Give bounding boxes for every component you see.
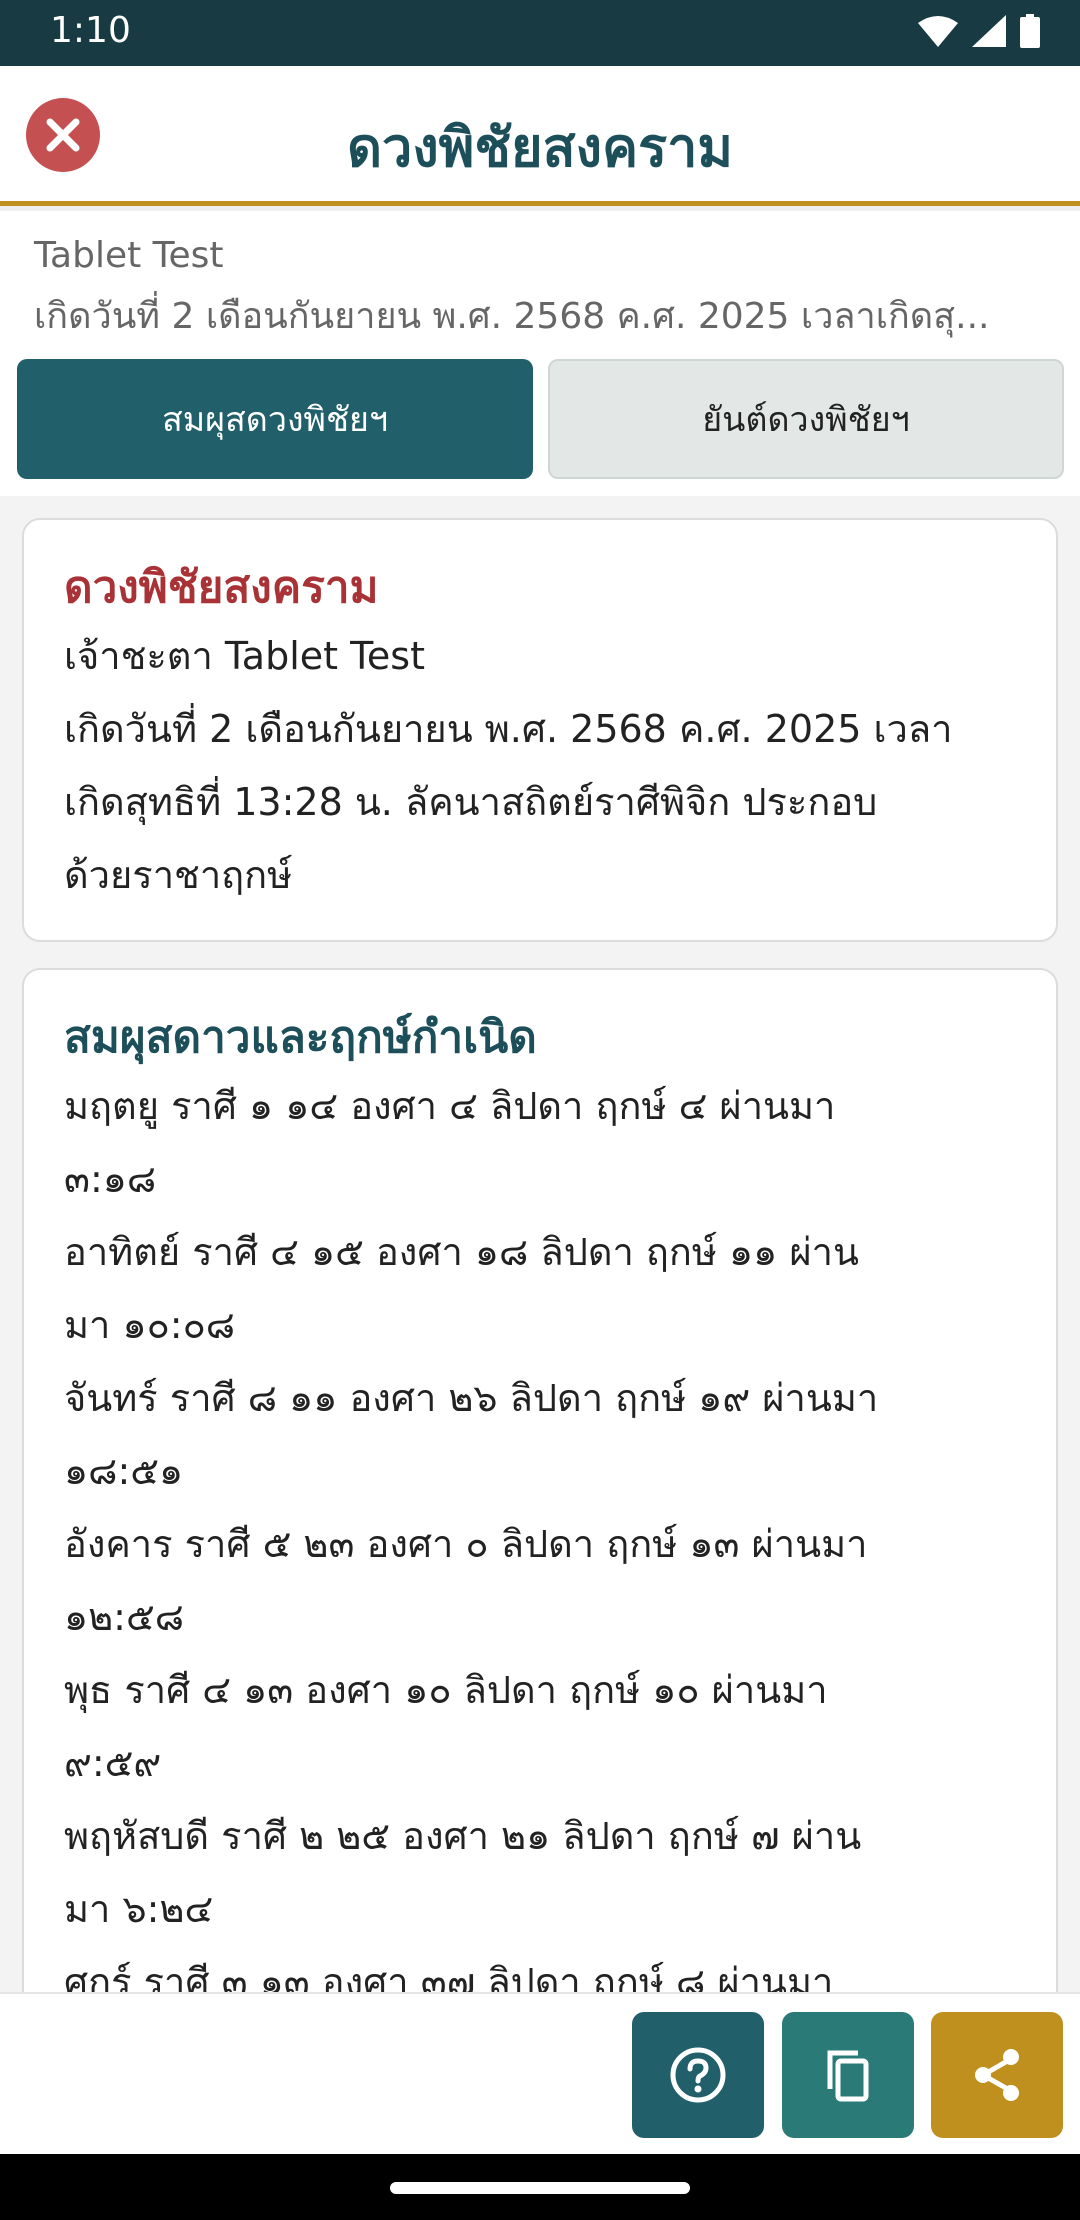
- planet-line: ศุกร์ ราศี ๓ ๑๓ องศา ๓๗ ลิปดา ฤกษ์ ๘ ผ่า…: [64, 1960, 834, 1992]
- owner-name: Tablet Test: [34, 235, 224, 276]
- planet-line: มา ๖:๒๔: [64, 1887, 214, 1931]
- help-circle-icon: [670, 2047, 726, 2103]
- card-line: ด้วยราชาฤกษ์: [64, 853, 293, 897]
- planet-line: อังคาร ราศี ๕ ๒๓ องศา ๐ ลิปดา ฤกษ์ ๑๓ ผ่…: [64, 1522, 868, 1566]
- planet-positions-card: สมผุสดาวและฤกษ์กำเนิด มฤตยู ราศี ๑ ๑๔ อง…: [22, 968, 1058, 1992]
- status-icons: [918, 14, 1040, 48]
- page-title: ดวงพิชัยสงคราม: [346, 116, 733, 179]
- help-button[interactable]: [632, 2012, 764, 2138]
- birth-info: เกิดวันที่ 2 เดือนกันยายน พ.ศ. 2568 ค.ศ.…: [34, 296, 990, 337]
- card-title: ดวงพิชัยสงคราม: [64, 562, 379, 613]
- planet-line: ๑๘:๕๑: [64, 1449, 184, 1493]
- planet-line: มฤตยู ราศี ๑ ๑๔ องศา ๔ ลิปดา ฤกษ์ ๔ ผ่าน…: [64, 1084, 836, 1128]
- status-time: 1:10: [50, 10, 131, 51]
- card-title: สมผุสดาวและฤกษ์กำเนิด: [64, 1012, 537, 1063]
- wifi-icon: [918, 16, 958, 47]
- planet-line: ๙:๕๙: [64, 1741, 162, 1785]
- system-nav-bar: [0, 2154, 1080, 2220]
- content-scroll[interactable]: ดวงพิชัยสงคราม เจ้าชะตา Tablet Test เกิด…: [0, 496, 1080, 1992]
- status-bar: 1:10: [0, 0, 1080, 66]
- planet-line: พุธ ราศี ๔ ๑๓ องศา ๑๐ ลิปดา ฤกษ์ ๑๐ ผ่าน…: [64, 1668, 828, 1712]
- signal-icon: [972, 15, 1006, 47]
- card-line: เกิดสุทธิที่ 13:28 น. ลัคนาสถิตย์ราศีพิจ…: [64, 780, 878, 824]
- planet-line: จันทร์ ราศี ๘ ๑๑ องศา ๒๖ ลิปดา ฤกษ์ ๑๙ ผ…: [64, 1376, 879, 1420]
- battery-icon: [1020, 14, 1040, 48]
- card-line: เจ้าชะตา Tablet Test: [64, 634, 425, 678]
- copy-icon: [827, 2050, 869, 2102]
- planet-line: มา ๑๐:๐๘: [64, 1303, 236, 1347]
- bottom-action-bar: [0, 1992, 1080, 2154]
- share-button[interactable]: [931, 2012, 1063, 2138]
- copy-button[interactable]: [782, 2012, 914, 2138]
- planet-line: อาทิตย์ ราศี ๔ ๑๕ องศา ๑๘ ลิปดา ฤกษ์ ๑๑ …: [64, 1230, 859, 1274]
- card-line: เกิดวันที่ 2 เดือนกันยายน พ.ศ. 2568 ค.ศ.…: [64, 707, 953, 751]
- chart-summary-card: ดวงพิชัยสงคราม เจ้าชะตา Tablet Test เกิด…: [22, 518, 1058, 942]
- app-bar: ดวงพิชัยสงคราม: [0, 66, 1080, 206]
- tab-yantra-chart[interactable]: ยันต์ดวงพิชัยฯ: [548, 359, 1064, 479]
- planet-line: ๓:๑๘: [64, 1157, 157, 1201]
- planet-line: พฤหัสบดี ราศี ๒ ๒๕ องศา ๒๑ ลิปดา ฤกษ์ ๗ …: [64, 1814, 862, 1858]
- tab-planet-positions[interactable]: สมผุสดวงพิชัยฯ: [17, 359, 533, 479]
- share-icon: [975, 2049, 1019, 2101]
- home-gesture-handle[interactable]: [390, 2182, 690, 2194]
- subheader: Tablet Test เกิดวันที่ 2 เดือนกันยายน พ.…: [0, 211, 1080, 496]
- planet-line: ๑๒:๕๘: [64, 1595, 185, 1639]
